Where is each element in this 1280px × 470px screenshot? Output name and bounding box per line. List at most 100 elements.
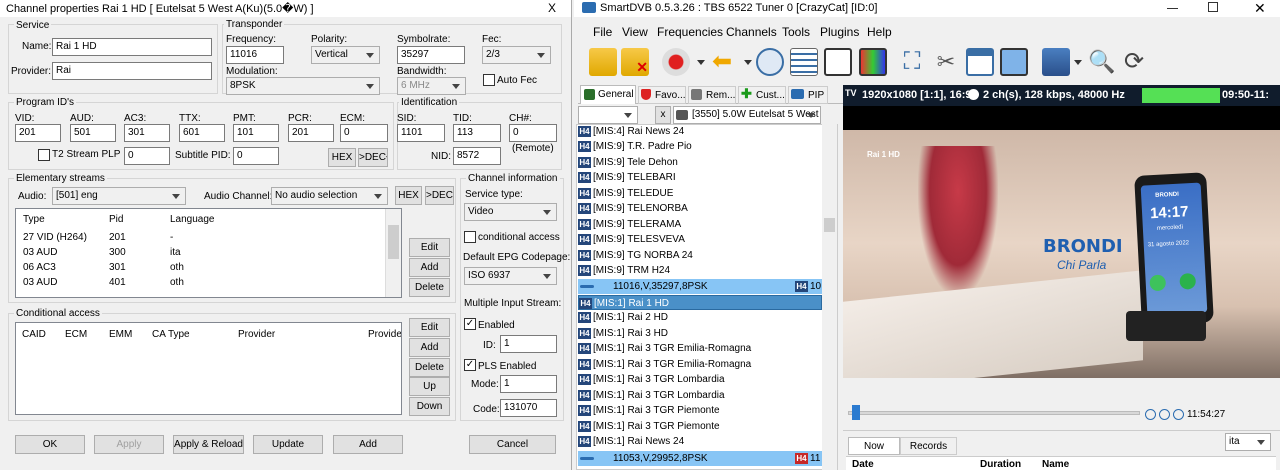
menu-plugins[interactable]: Plugins [820,25,859,39]
t2-stream-plp-field[interactable]: 0 [124,147,170,165]
ecm-field[interactable]: 0 [340,124,388,142]
table-row[interactable]: 03 AUD 401 oth [16,276,386,291]
window-icon[interactable] [966,48,994,76]
provider-field[interactable]: Rai [52,62,212,80]
channel-item[interactable]: H4 [MIS:9] Tele Dehon [578,155,822,170]
channel-item[interactable]: H4 [MIS:1] Rai 3 TGR Piemonte [578,419,822,434]
ttx-field[interactable]: 601 [179,124,225,142]
pls-mode-field[interactable]: 1 [500,375,557,393]
name-field[interactable]: Rai 1 HD [52,38,212,56]
table-row[interactable]: 03 AUD 300 ita [16,246,386,261]
close-icon[interactable]: X [548,1,556,15]
transponder-header[interactable]: 11016,V,35297,8PSK [578,279,822,294]
polarity-select[interactable]: Vertical [311,46,380,64]
satellite-select[interactable]: [3550] 5.0W Eutelsat 5 West [673,106,821,124]
play-icon[interactable] [1145,409,1156,420]
streams-edit-button[interactable]: Edit [409,238,450,257]
aud-field[interactable]: 501 [70,124,116,142]
pcr-field[interactable]: 201 [288,124,334,142]
back-arrow-icon[interactable]: ⬅ [712,48,740,76]
streams-delete-button[interactable]: Delete [409,278,450,297]
open-folder-icon[interactable] [589,48,617,76]
add-button[interactable]: Add [333,435,403,454]
channel-item[interactable]: H4 [MIS:9] TELEDUE [578,186,822,201]
ca-delete-button[interactable]: Delete [409,358,450,377]
channel-item[interactable]: H4 [MIS:1] Rai 3 TGR Emilia-Romagna [578,341,822,356]
channel-item[interactable]: H4 [MIS:9] T.R. Padre Pio [578,139,822,154]
conditional-access-checkbox[interactable] [464,231,476,243]
mis-enabled-checkbox[interactable]: ✓ [464,318,476,330]
streams-scrollbar[interactable] [385,209,401,297]
update-button[interactable]: Update [253,435,323,454]
channel-item-selected[interactable]: H4 [MIS:1] Rai 1 HD [578,295,822,310]
audio-select[interactable]: [501] eng [52,187,186,205]
tid-field[interactable]: 113 [453,124,501,142]
service-type-select[interactable]: Video [464,203,557,221]
record-icon[interactable] [662,48,690,76]
monitor-icon[interactable] [1000,48,1028,76]
streams-hex-button[interactable]: HEX [395,186,422,205]
frequency-field[interactable]: 11016 [226,46,284,64]
pls-code-field[interactable]: 131070 [500,399,557,417]
channel-item[interactable]: H4 [MIS:1] Rai News 24 [578,434,822,449]
mis-id-field[interactable]: 1 [500,335,557,353]
table-row[interactable]: 27 VID (H264) 201 - [16,231,386,246]
stop-icon[interactable] [1173,409,1184,420]
search-icon[interactable]: 🔍 [1088,48,1116,76]
epg-icon[interactable] [824,48,852,76]
channel-item[interactable]: H4 [MIS:4] Rai News 24 [578,124,822,139]
pids-hex-button[interactable]: HEX [328,148,356,167]
refresh-icon[interactable]: ⟳ [1120,48,1148,76]
tab-now[interactable]: Now [848,437,900,455]
channel-list-scrollbar[interactable] [822,124,837,470]
scrollbar-thumb[interactable] [388,225,399,259]
apply-button[interactable]: Apply [94,435,164,454]
channel-item[interactable]: H4 [MIS:1] Rai 3 HD [578,326,822,341]
transponder-header[interactable]: 11053,V,29952,8PSK [578,451,822,466]
pmt-field[interactable]: 101 [233,124,279,142]
channel-filter-select[interactable] [578,106,638,124]
screenshot-icon[interactable] [859,48,887,76]
pids-dec-button[interactable]: >DEC< [358,148,388,167]
channel-item[interactable]: H4 [MIS:9] TELEBARI [578,170,822,185]
t2-stream-plp-checkbox[interactable] [38,149,50,161]
scrollbar-thumb[interactable] [824,218,835,232]
ca-add-button[interactable]: Add [409,338,450,357]
ac3-field[interactable]: 301 [124,124,170,142]
ok-button[interactable]: OK [15,435,85,454]
auto-fec-checkbox[interactable] [483,74,495,86]
streams-add-button[interactable]: Add [409,258,450,277]
menu-help[interactable]: Help [867,25,892,39]
menu-view[interactable]: View [622,25,648,39]
channel-item[interactable]: H4 [MIS:1] Rai 3 TGR Lombardia [578,388,822,403]
menu-file[interactable]: File [593,25,612,39]
streams-dec-button[interactable]: >DEC< [425,186,454,205]
ca-edit-button[interactable]: Edit [409,318,450,337]
ch-field[interactable]: 0 [509,124,557,142]
tab-records[interactable]: Records [900,437,957,455]
back-dropdown-icon[interactable] [744,60,752,65]
settings-icon[interactable]: ✂ [932,48,960,76]
window-close-icon[interactable]: ✕ [1254,0,1266,17]
seek-track[interactable] [848,411,1140,415]
cancel-button[interactable]: Cancel [469,435,556,454]
streams-list[interactable]: Type Pid Language 27 VID (H264) 201 - 03… [15,208,402,298]
filter-clear-button[interactable]: x [655,106,671,124]
channel-item[interactable]: H4 [MIS:9] TG NORBA 24 [578,248,822,263]
table-row[interactable]: 06 AC3 301 oth [16,261,386,276]
modulation-select[interactable]: 8PSK [226,77,380,95]
epg-language-select[interactable]: ita [1225,433,1271,451]
vid-field[interactable]: 201 [15,124,61,142]
menu-tools[interactable]: Tools [782,25,810,39]
tv-dropdown-icon[interactable] [1074,60,1082,65]
channel-item[interactable]: H4 [MIS:1] Rai 3 TGR Emilia-Romagna [578,357,822,372]
seek-thumb[interactable] [852,405,860,420]
audio-channel-select[interactable]: No audio selection [271,187,388,205]
channel-item[interactable]: H4 [MIS:9] TELENORBA [578,201,822,216]
channel-item[interactable]: H4 [MIS:9] TELESVEVA [578,232,822,247]
apply-reload-button[interactable]: Apply & Reload [173,435,244,454]
symbolrate-field[interactable]: 35297 [397,46,465,64]
epg-codepage-select[interactable]: ISO 6937 [464,267,557,285]
fec-select[interactable]: 2/3 [482,46,551,64]
ca-list[interactable]: CAID ECM EMM CA Type Provider Provider [15,322,402,415]
